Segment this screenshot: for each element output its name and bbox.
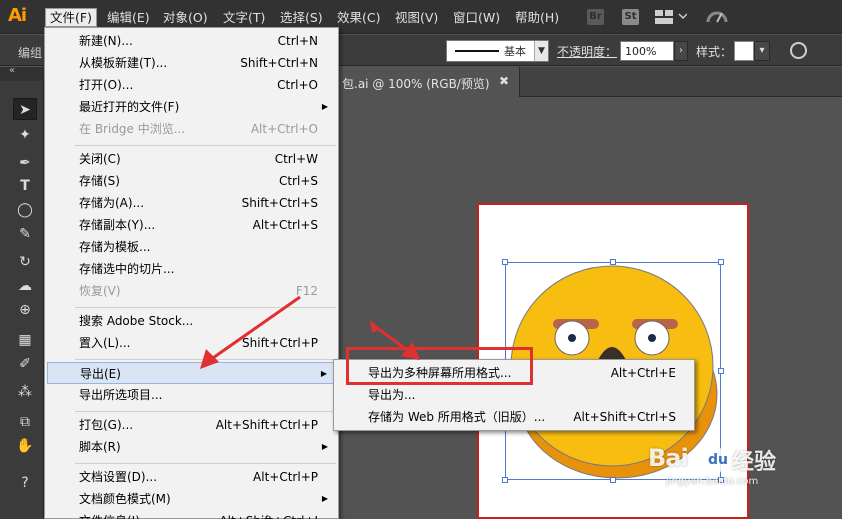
baidu-jingyan-watermark: Bai du 经验 jingyan.baidu.com xyxy=(648,444,808,494)
annotation-arrows xyxy=(200,295,420,369)
paw-icon: du xyxy=(706,448,730,472)
watermark-url: jingyan.baidu.com xyxy=(666,476,759,487)
watermark-brand: Bai xyxy=(648,444,689,472)
watermark-suffix: 经验 xyxy=(732,450,777,475)
